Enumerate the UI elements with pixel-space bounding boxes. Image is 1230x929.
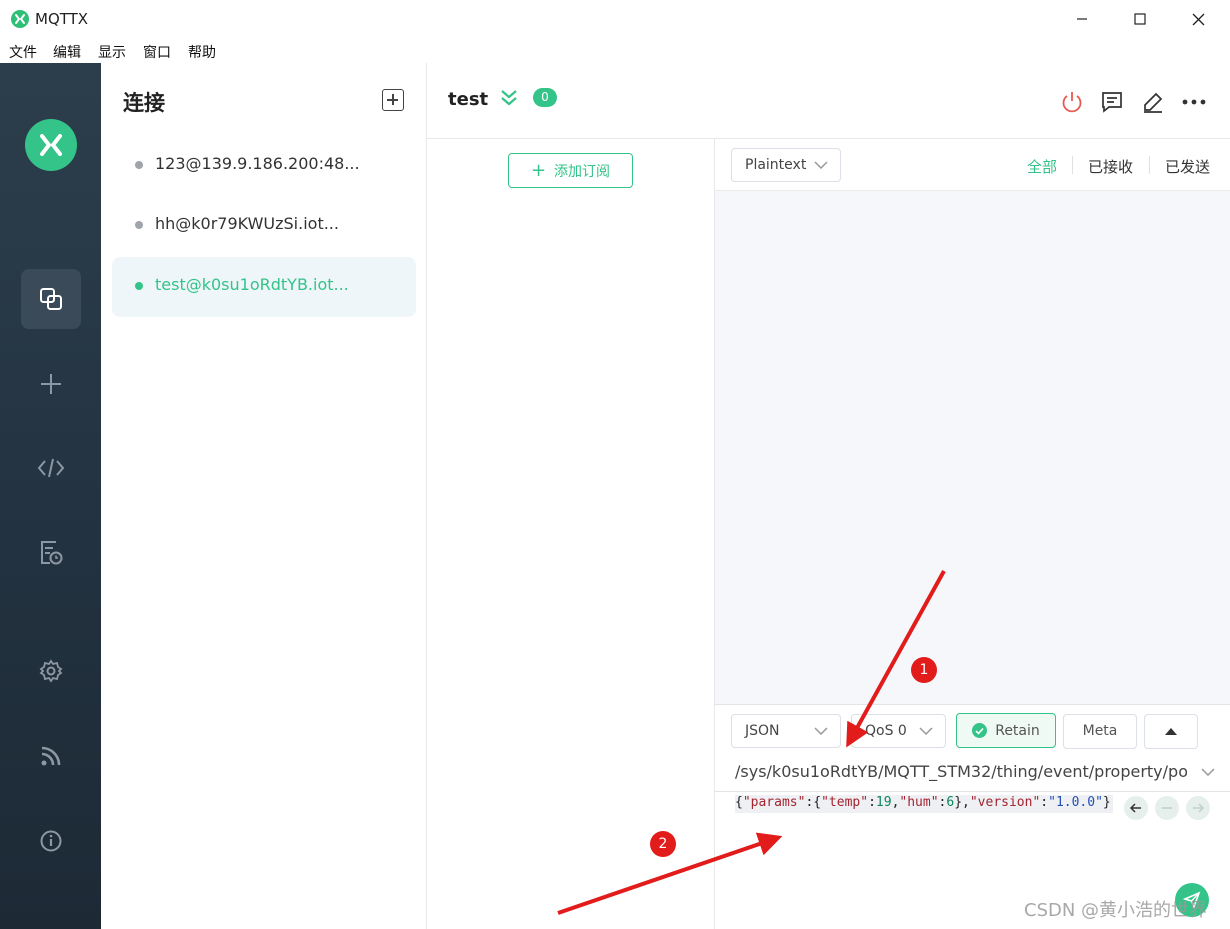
payload-token: 6	[946, 795, 955, 810]
menu-window[interactable]: 窗口	[143, 42, 171, 62]
mqttx-logo	[25, 119, 77, 171]
title-bar: MQTTX	[0, 0, 1230, 38]
payload-token: {	[735, 795, 743, 810]
chevron-down-icon	[814, 161, 828, 169]
connections-panel: 连接 123@139.9.186.200:48... hh@k0r79KWUzS…	[101, 63, 427, 929]
chevron-down-icon	[814, 727, 828, 735]
menu-edit[interactable]: 编辑	[53, 42, 81, 62]
history-forward-icon[interactable]	[1186, 796, 1210, 820]
nav-about[interactable]	[21, 811, 81, 871]
payload-token: :	[868, 795, 876, 810]
subscriptions-panel: + 添加订阅	[427, 139, 715, 929]
more-icon[interactable]	[1181, 89, 1207, 115]
edit-icon[interactable]	[1140, 89, 1166, 115]
payload-token: "temp"	[821, 795, 869, 810]
connection-name: test	[448, 89, 489, 110]
connection-header: test 0	[427, 63, 1230, 139]
history-back-icon[interactable]	[1124, 796, 1148, 820]
status-dot	[135, 161, 143, 169]
payload-token: "hum"	[899, 795, 939, 810]
filter-all[interactable]: 全部	[1027, 156, 1057, 177]
payload-token: :	[1040, 795, 1049, 810]
connections-title: 连接	[123, 91, 165, 115]
message-format-select[interactable]: Plaintext	[731, 148, 841, 182]
check-circle-icon	[972, 723, 988, 738]
nav-script[interactable]	[21, 438, 81, 498]
payload-token: 19	[875, 795, 892, 810]
watermark: CSDN @黄小浩的世界	[1024, 900, 1208, 921]
topic-input[interactable]: /sys/k0su1oRdtYB/MQTT_STM32/thing/event/…	[735, 762, 1187, 786]
menu-file[interactable]: 文件	[9, 42, 37, 62]
payload-token: :{	[805, 795, 822, 810]
plus-icon	[41, 374, 61, 394]
qos-select[interactable]: QoS 0	[851, 714, 946, 748]
code-icon	[37, 458, 65, 478]
nav-new-connection[interactable]	[21, 354, 81, 414]
nav-about-feed[interactable]	[21, 726, 81, 786]
minimize-icon[interactable]	[1059, 0, 1105, 38]
menu-view[interactable]: 显示	[98, 42, 126, 62]
close-icon[interactable]	[1175, 0, 1221, 38]
power-icon[interactable]	[1059, 89, 1085, 115]
chevron-down-icon	[919, 727, 933, 735]
payload-editor[interactable]: {"params":{"temp":19,"hum":6},"version":…	[735, 795, 1113, 813]
annotation-marker-1: 1	[911, 657, 937, 683]
retain-toggle[interactable]: Retain	[956, 713, 1056, 748]
message-format-value: Plaintext	[745, 157, 807, 173]
status-dot	[135, 221, 143, 229]
chevron-down-icon[interactable]	[1201, 768, 1215, 776]
connection-item-active[interactable]: test@k0su1oRdtYB.iot...	[112, 257, 416, 317]
plus-icon: +	[530, 159, 547, 181]
connection-item[interactable]: hh@k0r79KWUzSi.iot...	[112, 196, 416, 256]
nav-settings[interactable]	[21, 641, 81, 701]
filter-received[interactable]: 已接收	[1088, 156, 1133, 177]
menu-bar: 文件 编辑 显示 窗口 帮助	[0, 38, 1230, 63]
payload-token: "1.0.0"	[1048, 795, 1103, 810]
payload-token: }	[1102, 795, 1111, 810]
annotation-marker-2: 2	[650, 831, 676, 857]
payload-format-value: JSON	[745, 723, 780, 739]
retain-label: Retain	[995, 722, 1040, 739]
info-icon	[40, 830, 62, 852]
nav-log[interactable]	[21, 523, 81, 583]
nav-connections[interactable]	[21, 269, 81, 329]
filter-sent[interactable]: 已发送	[1165, 156, 1210, 177]
message-toolbar: Plaintext 全部 已接收 已发送	[715, 139, 1230, 191]
new-window-icon[interactable]	[382, 89, 404, 111]
message-list[interactable]	[715, 191, 1230, 704]
add-subscription-button[interactable]: + 添加订阅	[508, 153, 633, 188]
connection-label: 123@139.9.186.200:48...	[155, 154, 360, 173]
caret-up-icon	[1165, 728, 1177, 735]
rss-icon	[41, 746, 61, 766]
filter-divider	[1149, 156, 1150, 174]
divider	[715, 791, 1230, 792]
connection-label: hh@k0r79KWUzSi.iot...	[155, 214, 339, 233]
double-chevron-down-icon[interactable]	[499, 89, 519, 107]
window-title: MQTTX	[35, 10, 89, 28]
add-subscription-label: 添加订阅	[554, 163, 611, 180]
connection-item[interactable]: 123@139.9.186.200:48...	[112, 136, 416, 196]
log-icon	[41, 541, 63, 565]
gear-icon	[39, 659, 63, 683]
history-reset-icon[interactable]	[1155, 796, 1179, 820]
payload-format-select[interactable]: JSON	[731, 714, 841, 748]
left-nav	[0, 63, 101, 929]
connection-label: test@k0su1oRdtYB.iot...	[155, 275, 349, 294]
unread-count-badge: 0	[533, 88, 557, 107]
expand-button[interactable]	[1144, 714, 1198, 749]
status-dot	[135, 282, 143, 290]
menu-help[interactable]: 帮助	[188, 42, 216, 62]
app-logo-icon	[11, 10, 29, 28]
meta-button[interactable]: Meta	[1063, 714, 1137, 749]
message-icon[interactable]	[1099, 89, 1125, 115]
payload-token: "params"	[742, 795, 806, 810]
payload-token: },	[954, 795, 970, 810]
connections-icon	[40, 288, 62, 310]
mqttx-window: MQTTX 文件 编辑 显示 窗口 帮助 连接 123@139.9.186.20…	[0, 0, 1230, 929]
qos-value: QoS 0	[865, 723, 907, 739]
maximize-icon[interactable]	[1117, 0, 1163, 38]
filter-divider	[1072, 156, 1073, 174]
payload-token: "version"	[969, 795, 1041, 810]
